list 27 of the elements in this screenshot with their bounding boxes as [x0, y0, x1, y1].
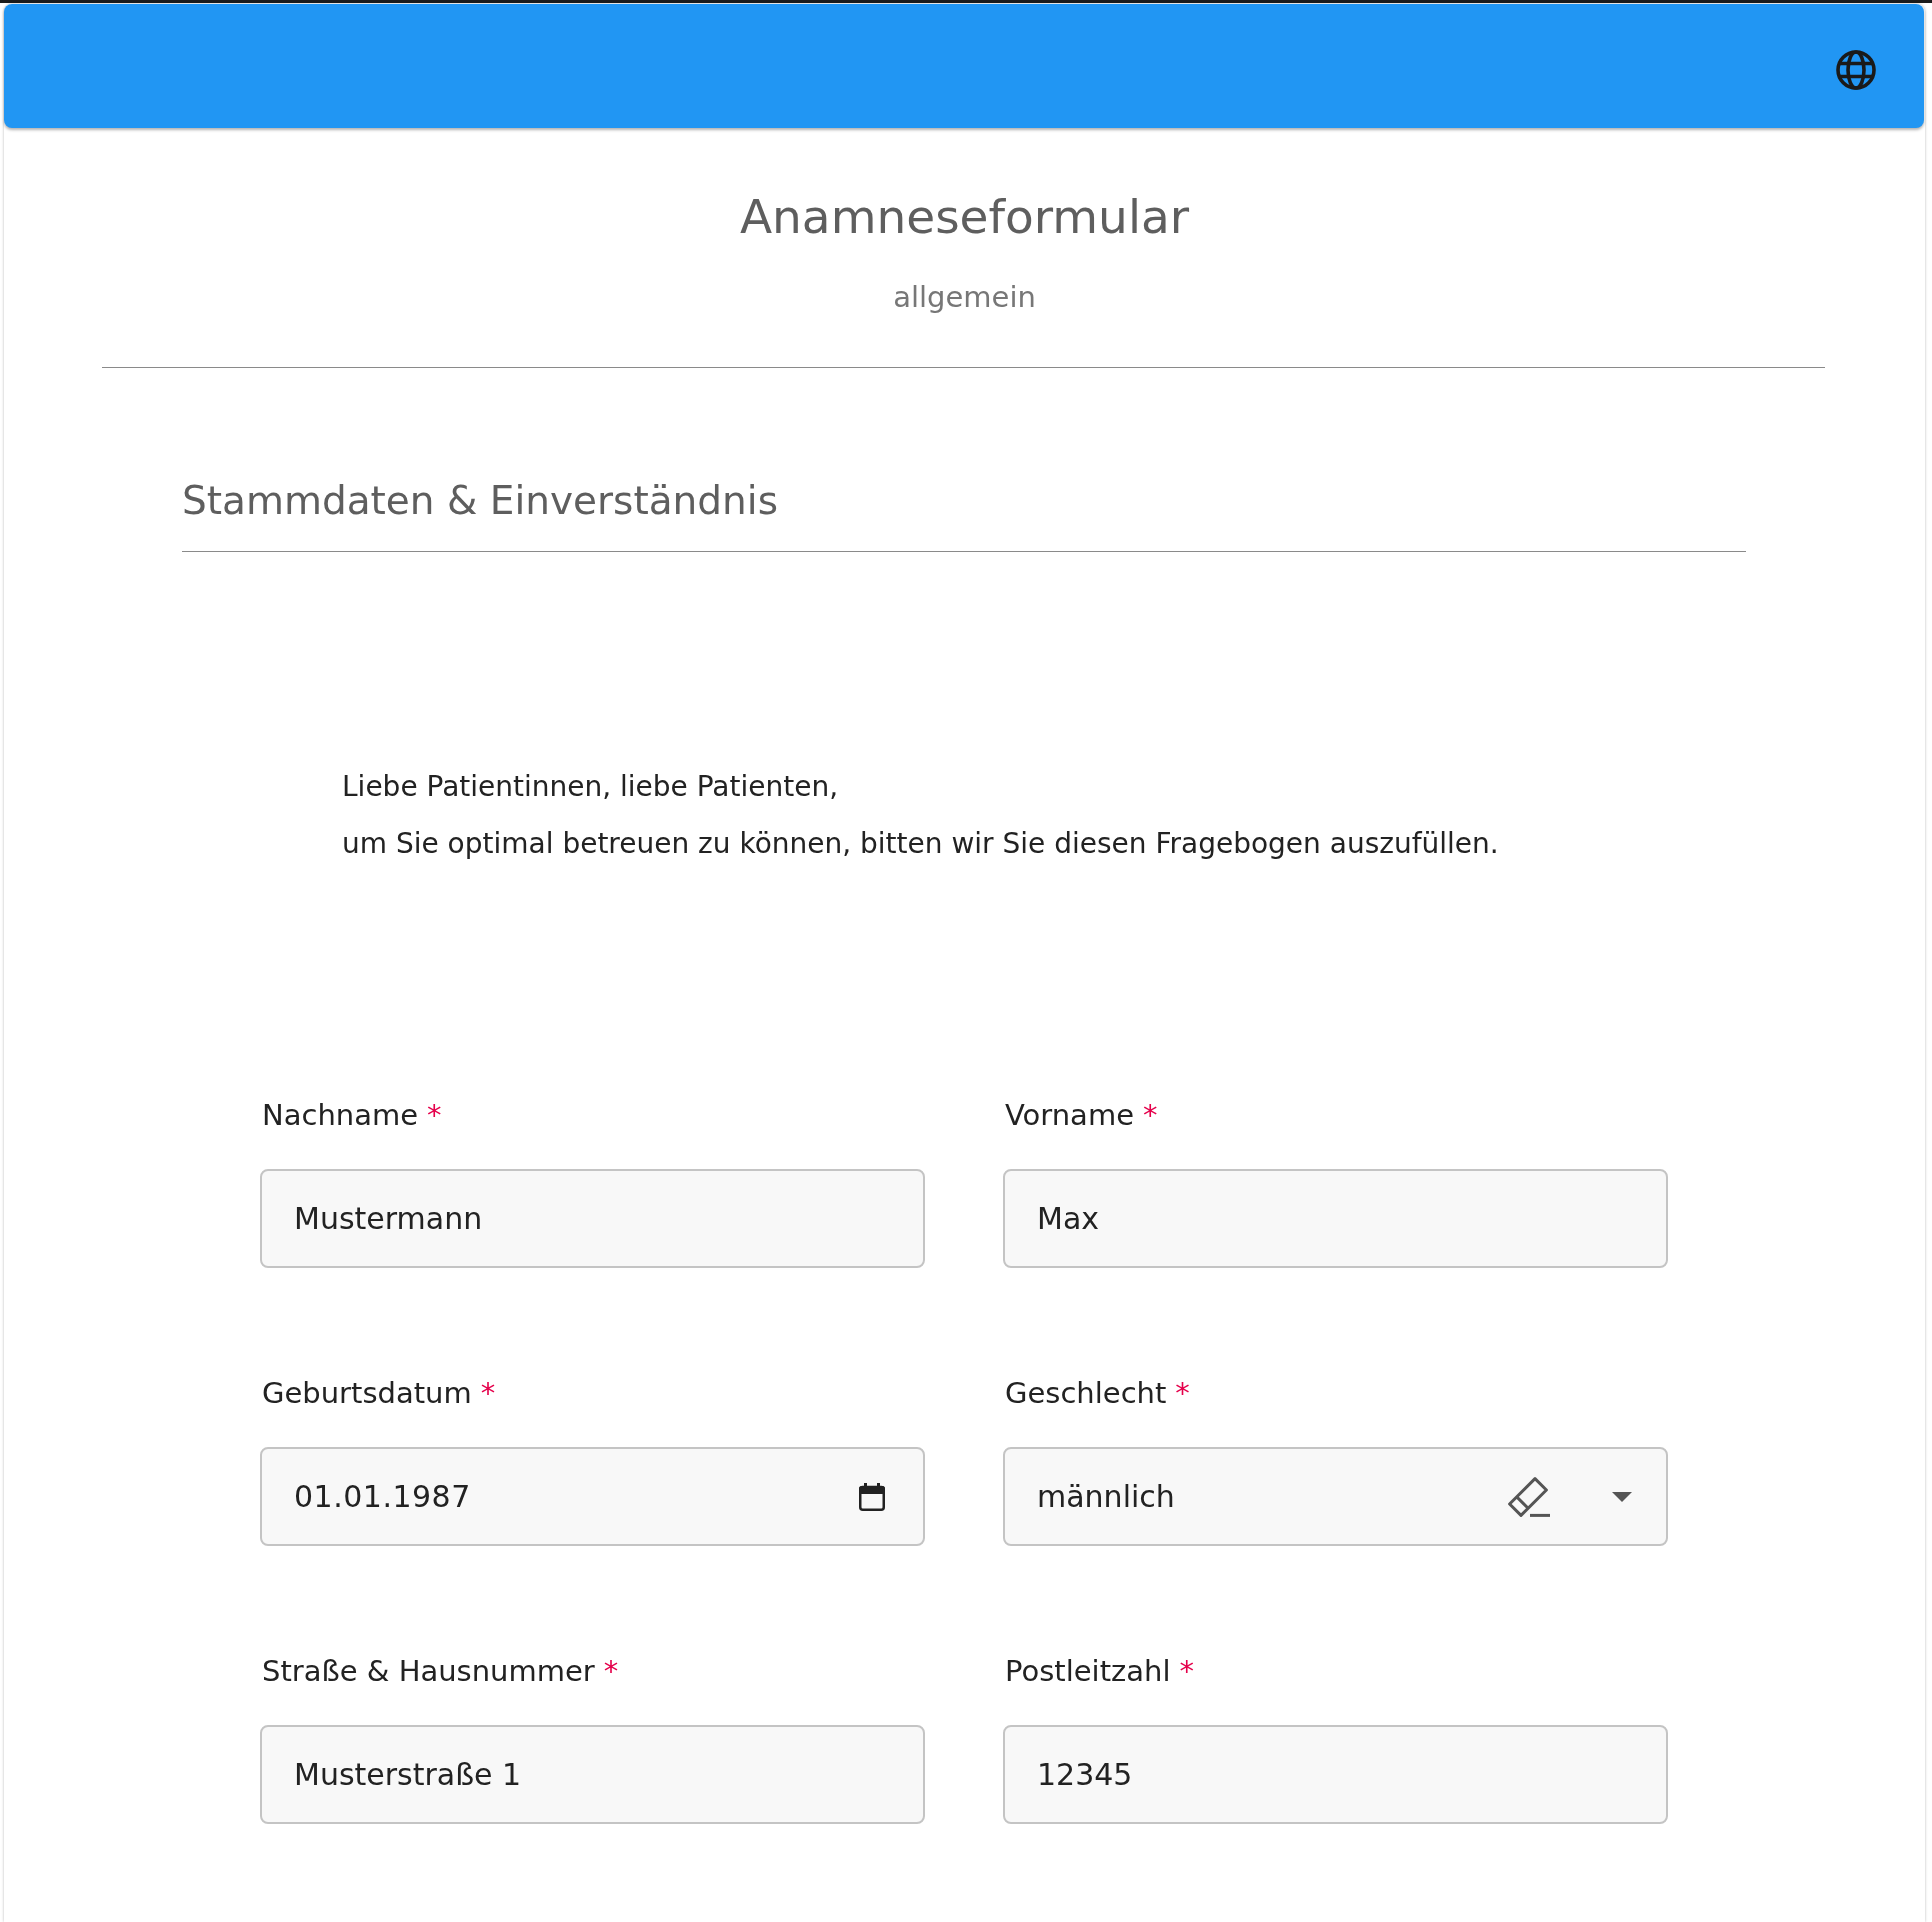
section-title: Stammdaten & Einverständnis [182, 477, 778, 525]
field-label: Straße & Hausnummer [262, 1653, 595, 1690]
select-field[interactable]: männlich [1003, 1447, 1668, 1546]
eraser-icon[interactable] [1506, 1476, 1552, 1517]
field-label: Postleitzahl [1005, 1653, 1171, 1690]
required-mark: * [1143, 1097, 1158, 1134]
required-mark: * [1179, 1653, 1194, 1690]
form-title: Anamneseformular [739, 188, 1190, 246]
required-mark: * [427, 1097, 442, 1134]
form-subtitle: allgemein [893, 279, 1036, 316]
required-mark: * [1175, 1375, 1190, 1412]
intro-text: um Sie optimal betreuen zu können, bitten wir Sie diesen Fragebogen auszufüllen. [342, 826, 1499, 862]
input-field[interactable]: Musterstraße 1 [260, 1725, 925, 1824]
required-mark: * [603, 1653, 619, 1690]
field-label: Vorname [1005, 1097, 1134, 1134]
calendar-icon[interactable] [859, 1482, 885, 1511]
date-field[interactable]: 01.01.1987 [260, 1447, 925, 1546]
input-field[interactable]: 12345 [1003, 1725, 1668, 1824]
field-label: Nachname [262, 1097, 419, 1134]
greeting-text: Liebe Patientinnen, liebe Patienten, [342, 769, 839, 805]
input-field[interactable]: Mustermann [260, 1169, 925, 1268]
required-mark: * [480, 1375, 496, 1412]
input-field[interactable]: Max [1003, 1169, 1668, 1268]
field-label: Geschlecht [1005, 1375, 1167, 1412]
caret-icon[interactable] [1612, 1491, 1632, 1502]
field-label: Geburtsdatum [262, 1375, 472, 1412]
globe-icon[interactable] [1836, 50, 1876, 90]
